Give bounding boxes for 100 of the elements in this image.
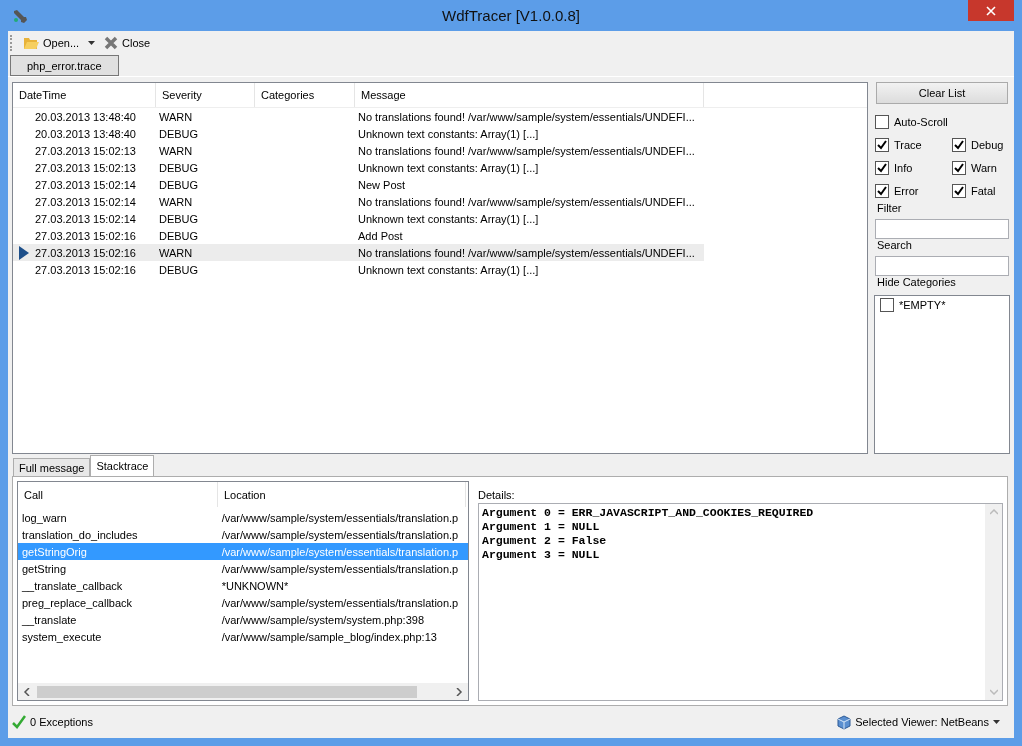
log-row[interactable]: 27.03.2013 15:02:16 WARN No translations found! /var/www/sample/system/essentials/UNDEFI... [13,244,704,261]
check-icon [877,162,887,173]
column-header[interactable]: DateTime [13,83,156,107]
details-line: Argument 2 = False [482,534,608,548]
stack-row[interactable]: __translate /var/www/sample/system/system.php:398 [18,611,468,628]
window-title: WdfTracer [V1.0.0.8] [441,7,581,24]
table-cell-text: DEBUG [159,178,200,191]
table-cell-text: Unknown text constants: Array(1) [...] [358,212,540,225]
scrollbar-thumb[interactable] [37,685,417,698]
caret-icon [993,720,1000,724]
table-cell-text: preg_replace_callback [22,596,134,609]
table-cell-text: DEBUG [159,161,200,174]
column-header[interactable]: Call [18,482,218,507]
check-icon [954,162,964,173]
checkbox[interactable]: Trace [874,133,951,156]
hide-categories-label: Hide Categories [876,276,957,290]
log-row[interactable]: 27.03.2013 15:02:14 DEBUG New Post [13,176,704,193]
log-row[interactable]: 27.03.2013 15:02:13 DEBUG Unknown text constants: Array(1) [...] [13,159,704,176]
filter-field[interactable] [875,219,1009,239]
log-row[interactable]: 27.03.2013 15:02:13 WARN No translations found! /var/www/sample/system/essentials/UNDEFI... [13,142,704,159]
table-cell-text: WARN [159,246,194,259]
column-header[interactable]: Message [355,83,704,107]
clear-list-button[interactable]: Clear List [876,82,1008,104]
details-text-area[interactable]: Argument 0 = ERR_JAVASCRIPT_AND_COOKIES_REQUIRED Argument 1 = NULL Argument 2 = False Argument 3 = NULL [478,503,1003,701]
table-cell-text: /var/www/sample/system/system.php:398 [221,613,425,626]
table-cell-text: /var/www/sample/system/essentials/translation.p [221,596,460,609]
table-cell-text: translation_do_includes [22,528,139,541]
log-row[interactable]: 20.03.2013 13:48:40 DEBUG Unknown text constants: Array(1) [...] [13,125,704,142]
check-icon [954,139,964,150]
category-checkbox[interactable]: *EMPTY* [875,296,1009,314]
table-cell-text: /var/www/sample/system/essentials/translation.p [221,562,460,575]
table-cell-text: 27.03.2013 15:02:14 [35,195,137,208]
stack-row[interactable]: preg_replace_callback /var/www/sample/system/essentials/translation.p [18,594,468,611]
table-cell-text: __translate [22,613,78,626]
search-label: Search [876,239,913,253]
log-row[interactable]: 27.03.2013 15:02:14 WARN No translations found! /var/www/sample/system/essentials/UNDEFI... [13,193,704,210]
table-cell-text: 27.03.2013 15:02:16 [35,246,137,259]
checkbox[interactable]: Auto-Scroll [874,110,1010,133]
table-cell-text: /var/www/sample/sample_blog/index.php:13 [221,630,438,643]
table-cell-text: New Post [358,178,407,191]
exceptions-status: 0 Exceptions [12,715,93,729]
table-cell-text: Unknown text constants: Array(1) [...] [358,263,540,276]
viewer-dropdown[interactable]: Selected Viewer: NetBeans [837,714,1000,730]
table-cell-text: Unknown text constants: Array(1) [...] [358,127,540,140]
table-cell-text: No translations found! /var/www/sample/system/essentials/UNDEFI... [358,195,696,208]
details-line: Argument 1 = NULL [482,520,601,534]
log-row[interactable]: 20.03.2013 13:48:40 WARN No translations found! /var/www/sample/system/essentials/UNDEFI... [13,108,704,125]
check-icon [12,715,26,729]
stack-row[interactable]: __translate_callback *UNKNOWN* [18,577,468,594]
column-header[interactable]: Location [218,482,466,507]
file-tab[interactable]: php_error.trace [10,55,119,76]
tab[interactable]: Stacktrace [90,455,155,476]
search-field[interactable] [875,256,1009,276]
horizontal-scrollbar[interactable] [18,683,468,700]
close-icon [986,5,996,16]
close-file-button[interactable]: Close [101,34,154,52]
table-cell-text: WARN [159,110,194,123]
open-button[interactable]: Open... [20,34,83,52]
table-cell-text: DEBUG [159,229,200,242]
table-cell-text: WARN [159,195,194,208]
table-cell-text: 20.03.2013 13:48:40 [35,127,137,140]
table-cell-text: No translations found! /var/www/sample/system/essentials/UNDEFI... [358,144,696,157]
table-cell-text: /var/www/sample/system/essentials/translation.p [221,545,460,558]
stack-row[interactable]: getString /var/www/sample/system/essentials/translation.p [18,560,468,577]
table-cell-text: getString [22,562,68,575]
check-icon [877,139,887,150]
log-row[interactable]: 27.03.2013 15:02:16 DEBUG Add Post [13,227,704,244]
table-cell-text: 27.03.2013 15:02:14 [35,212,137,225]
table-cell-text: system_execute [22,630,103,643]
log-row[interactable]: 27.03.2013 15:02:16 DEBUG Unknown text constants: Array(1) [...] [13,261,704,278]
details-line: Argument 3 = NULL [482,548,601,562]
caret-icon [88,41,96,45]
checkbox[interactable]: Warn [951,156,1010,179]
column-header[interactable]: Severity [156,83,255,107]
table-cell-text: No translations found! /var/www/sample/system/essentials/UNDEFI... [358,246,696,259]
checkbox[interactable]: Error [874,179,951,202]
table-cell-text: /var/www/sample/system/essentials/translation.p [221,528,460,541]
checkbox[interactable]: Debug [951,133,1010,156]
stack-row[interactable]: translation_do_includes /var/www/sample/system/essentials/translation.p [18,526,468,543]
table-cell-text: 27.03.2013 15:02:16 [35,263,137,276]
table-cell-text: /var/www/sample/system/essentials/translation.p [221,511,460,524]
table-cell-text: DEBUG [159,263,200,276]
table-cell-text: 27.03.2013 15:02:16 [35,229,137,242]
table-cell-text: log_warn [22,511,68,524]
log-row[interactable]: 27.03.2013 15:02:14 DEBUG Unknown text constants: Array(1) [...] [13,210,704,227]
table-cell-text: Add Post [358,229,404,242]
x-icon [104,36,119,50]
table-cell-text: 20.03.2013 13:48:40 [35,110,137,123]
table-cell-text: DEBUG [159,212,200,225]
column-header[interactable]: Categories [255,83,355,107]
vertical-scrollbar[interactable] [985,504,1002,700]
checkbox[interactable]: Info [874,156,951,179]
table-cell-text: *UNKNOWN* [221,579,290,592]
close-button[interactable] [968,0,1014,21]
checkbox[interactable]: Fatal [951,179,1010,202]
table-cell-text: 27.03.2013 15:02:14 [35,178,137,191]
stack-row[interactable]: log_warn /var/www/sample/system/essentials/translation.p [18,509,468,526]
tab[interactable]: Full message [13,458,91,476]
stack-row[interactable]: system_execute /var/www/sample/sample_blog/index.php:13 [18,628,468,645]
details-label: Details: [478,489,516,503]
